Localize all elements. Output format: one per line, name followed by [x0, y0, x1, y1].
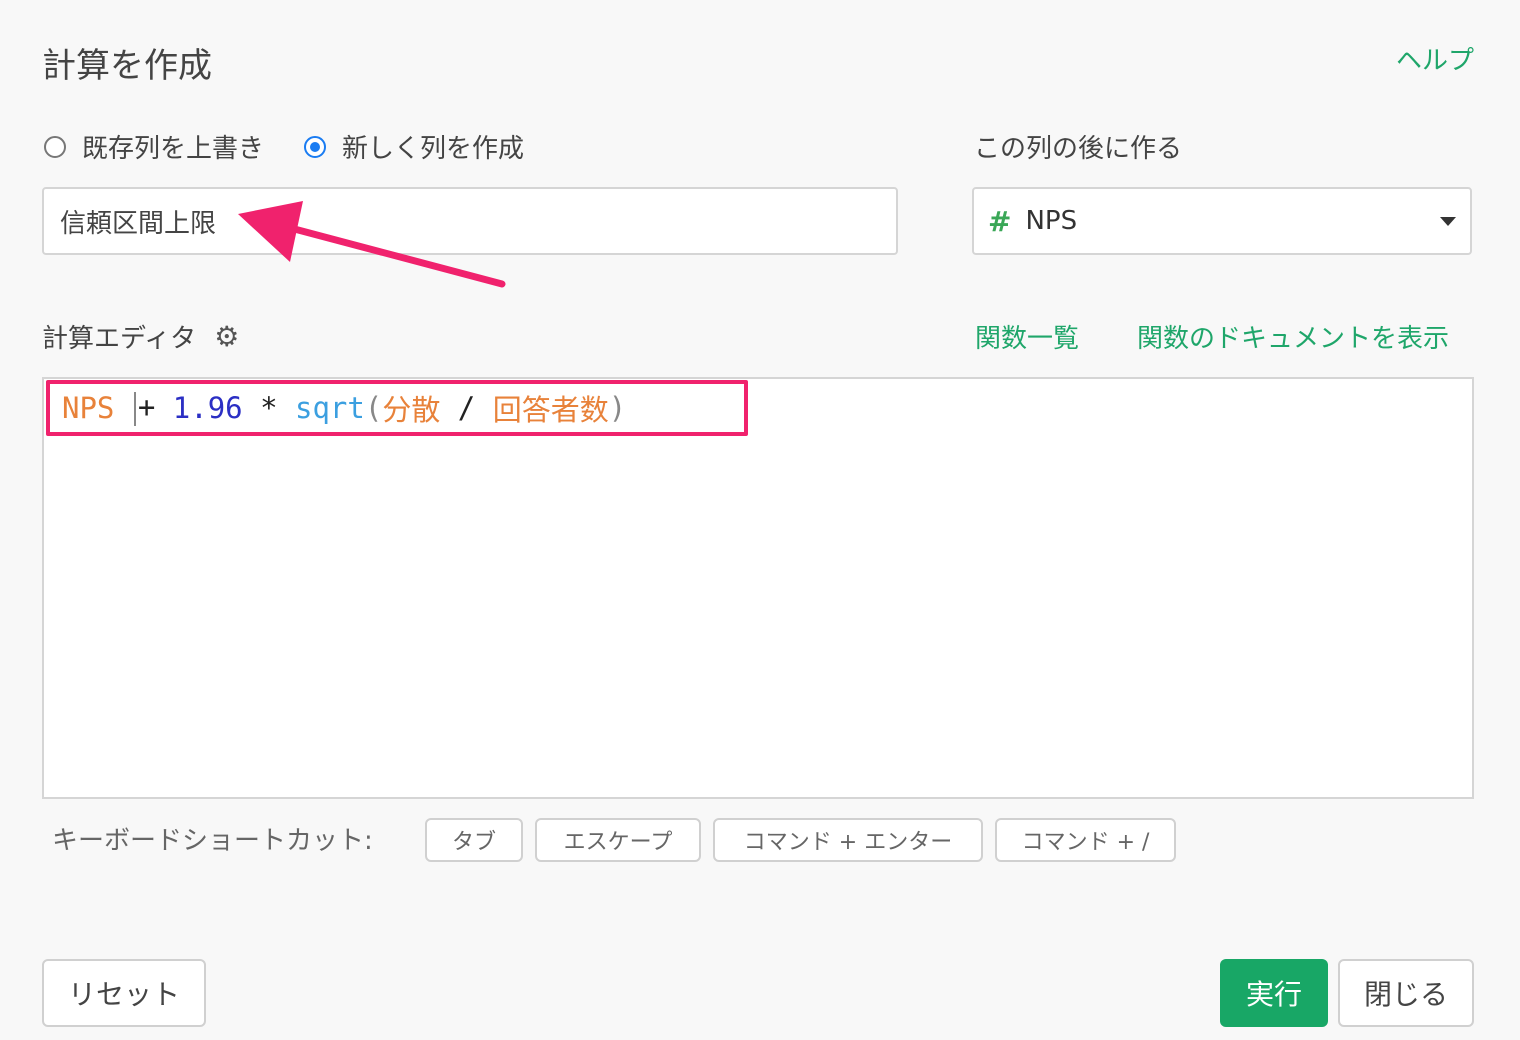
- code-token: /: [440, 391, 493, 425]
- shortcut-chip-cmd-slash: コマンド + /: [995, 818, 1176, 862]
- position-column-select[interactable]: # NPS: [972, 187, 1472, 255]
- code-token: NPS: [62, 391, 115, 425]
- dialog-title: 計算を作成: [42, 46, 212, 86]
- editor-label: 計算エディタ: [42, 324, 197, 354]
- numeric-column-icon: #: [988, 204, 1012, 238]
- radio-new-column[interactable]: [304, 135, 327, 158]
- gear-icon[interactable]: ⚙: [214, 320, 239, 353]
- code-token: 回答者数: [492, 393, 609, 427]
- chevron-down-icon[interactable]: [1440, 216, 1456, 226]
- reset-button[interactable]: リセット: [42, 959, 206, 1027]
- run-button[interactable]: 実行: [1220, 959, 1328, 1027]
- code-token: +: [114, 390, 172, 426]
- code-token: *: [242, 391, 296, 425]
- code-token: 分散: [382, 393, 441, 427]
- code-token: sqrt: [295, 391, 365, 425]
- code-token: 1.96: [172, 391, 243, 425]
- radio-overwrite[interactable]: [44, 135, 66, 158]
- help-link[interactable]: ヘルプ: [1396, 40, 1474, 77]
- shortcut-chip-tab: タブ: [425, 818, 523, 862]
- code-line-highlight[interactable]: NPS + 1.96 * sqrt(分散 / 回答者数): [46, 380, 748, 436]
- radio-new-column-label[interactable]: 新しく列を作成: [342, 128, 524, 165]
- column-name-input[interactable]: [42, 187, 898, 255]
- code-token: (: [364, 391, 383, 425]
- mode-radio-group: 既存列を上書き 新しく列を作成: [44, 128, 564, 165]
- radio-overwrite-label[interactable]: 既存列を上書き: [82, 128, 264, 165]
- function-list-link[interactable]: 関数一覧: [975, 318, 1079, 355]
- shortcut-label: キーボードショートカット:: [52, 826, 373, 856]
- selected-column-label: NPS: [1025, 206, 1078, 236]
- position-label: この列の後に作る: [974, 134, 1183, 164]
- close-button[interactable]: 閉じる: [1338, 959, 1474, 1027]
- function-docs-link[interactable]: 関数のドキュメントを表示: [1137, 318, 1449, 355]
- shortcut-chip-cmd-enter: コマンド + エンター: [713, 818, 983, 862]
- code-editor[interactable]: [42, 377, 1474, 799]
- text-cursor: [133, 392, 136, 426]
- shortcut-chip-escape: エスケープ: [535, 818, 701, 862]
- code-token: ): [608, 391, 627, 425]
- editor-label-row: 計算エディタ ⚙: [42, 318, 239, 355]
